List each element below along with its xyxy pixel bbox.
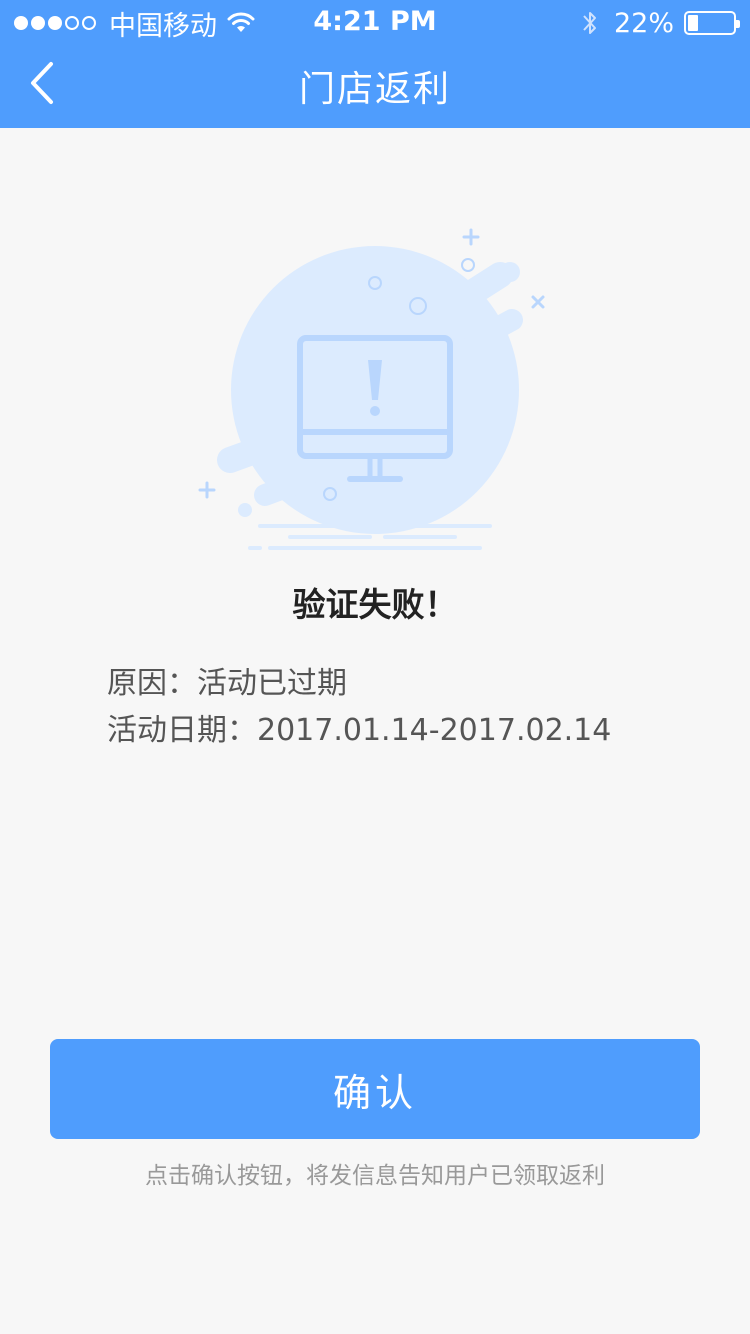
status-bar: 中国移动 4:21 PM 22% bbox=[0, 0, 750, 46]
bluetooth-icon bbox=[583, 12, 596, 34]
reason-line: 原因：活动已过期 bbox=[107, 658, 347, 702]
monitor-warning-icon bbox=[198, 228, 545, 550]
page-title: 门店返利 bbox=[298, 69, 451, 110]
confirm-button[interactable]: 确认 bbox=[50, 1039, 700, 1139]
reason-label: 原因： bbox=[107, 666, 197, 701]
header: 中国移动 4:21 PM 22% 门店返利 bbox=[0, 0, 750, 128]
date-label: 活动日期： bbox=[107, 713, 257, 748]
reason-value: 活动已过期 bbox=[197, 666, 347, 701]
confirm-hint: 点击确认按钮，将发信息告知用户已领取返利 bbox=[145, 1163, 605, 1189]
date-value: 2017.01.14-2017.02.14 bbox=[257, 713, 612, 748]
battery-percentage: 22% bbox=[613, 7, 674, 39]
battery-icon bbox=[684, 11, 740, 35]
result-title: 验证失败！ bbox=[292, 585, 458, 624]
status-right: 22% bbox=[580, 6, 740, 40]
date-line: 活动日期：2017.01.14-2017.02.14 bbox=[107, 705, 611, 749]
